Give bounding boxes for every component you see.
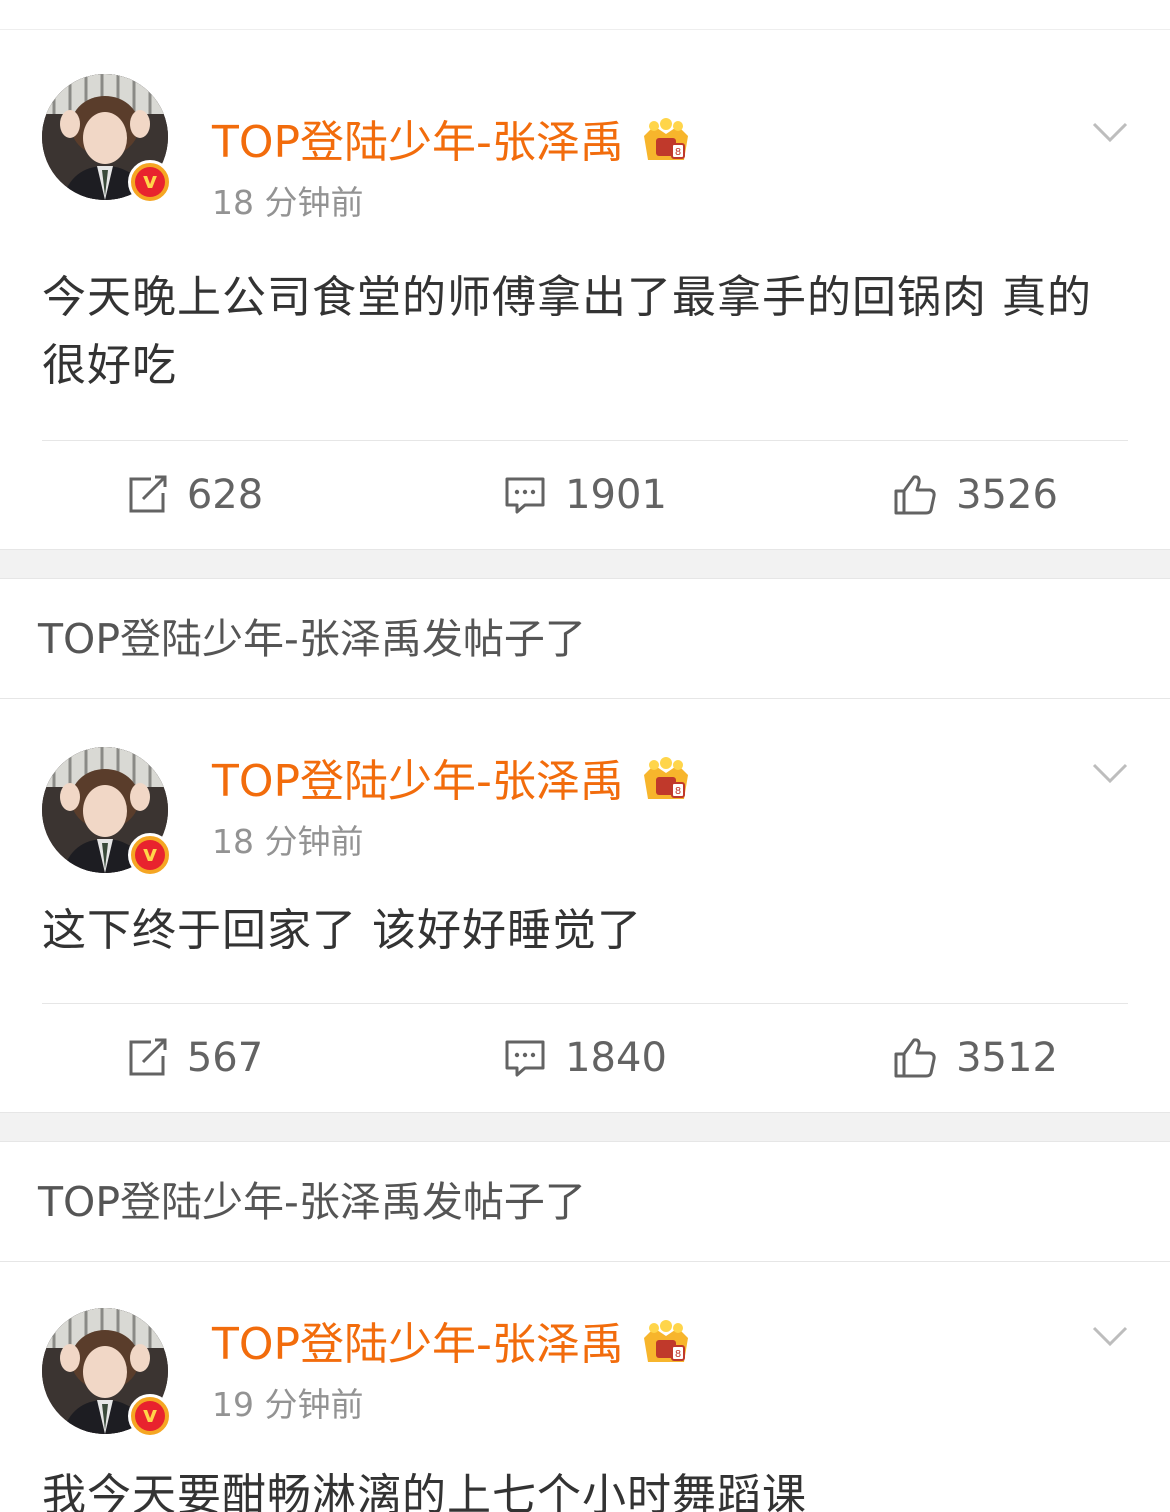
repost-icon <box>129 475 167 513</box>
post-notice: TOP登陆少年-张泽禹发帖子了 <box>0 579 1170 699</box>
comment-icon <box>505 1040 545 1077</box>
comment-button[interactable]: 1901 <box>390 472 780 518</box>
username-row: TOP登陆少年-张泽禹 8 <box>212 110 694 176</box>
post-timestamp: 18 分钟前 <box>212 822 364 861</box>
username[interactable]: TOP登陆少年-张泽禹 <box>212 749 624 815</box>
like-count: 3512 <box>956 1035 1058 1081</box>
username[interactable]: TOP登陆少年-张泽禹 <box>212 110 624 176</box>
chevron-down-icon[interactable] <box>1090 118 1130 148</box>
crown-icon[interactable]: 8 <box>638 1320 694 1370</box>
username[interactable]: TOP登陆少年-张泽禹 <box>212 1312 624 1378</box>
comment-icon <box>505 477 545 514</box>
repost-button[interactable]: 628 <box>0 472 390 518</box>
post-header: v TOP登陆少年-张泽禹 8 18 分钟前 <box>0 699 1170 879</box>
repost-button[interactable]: 567 <box>0 1035 390 1081</box>
post-notice: TOP登陆少年-张泽禹发帖子了 <box>0 1142 1170 1262</box>
comment-button[interactable]: 1840 <box>390 1035 780 1081</box>
comment-count: 1840 <box>565 1035 667 1081</box>
post-timestamp: 19 分钟前 <box>212 1385 364 1424</box>
section-gap <box>0 1112 1170 1142</box>
post-text: 这下终于回家了 该好好睡觉了 <box>42 905 642 956</box>
repost-icon <box>129 1038 167 1076</box>
verified-badge-icon: v <box>128 833 172 877</box>
post-card[interactable]: v TOP登陆少年-张泽禹 8 18 分钟前 这下终于回家了 该好好睡觉了 56… <box>0 699 1170 1112</box>
chevron-down-icon[interactable] <box>1090 759 1130 789</box>
post-text: 我今天要酣畅淋漓的上七个小时舞蹈课 <box>42 1470 807 1512</box>
like-button[interactable]: 3512 <box>780 1035 1170 1081</box>
post-card[interactable]: v TOP登陆少年-张泽禹 8 19 分钟前 我今天要酣畅淋漓的上七个小时舞蹈课 <box>0 1262 1170 1512</box>
svg-text:8: 8 <box>675 786 681 797</box>
post-header: v TOP登陆少年-张泽禹 8 19 分钟前 <box>0 1262 1170 1442</box>
comment-count: 1901 <box>565 472 667 518</box>
username-row: TOP登陆少年-张泽禹 8 <box>212 749 694 815</box>
thumbs-up-icon <box>894 1038 936 1078</box>
post-text: 今天晚上公司食堂的师傅拿出了最拿手的回锅肉 真的很好吃 <box>42 272 1092 391</box>
avatar[interactable]: v <box>42 74 172 204</box>
post-header: v TOP登陆少年-张泽禹 8 18 分钟前 <box>0 30 1170 222</box>
username-row: TOP登陆少年-张泽禹 8 <box>212 1312 694 1378</box>
action-bar: 567 1840 3512 <box>0 1004 1170 1112</box>
section-gap <box>0 549 1170 579</box>
crown-icon[interactable]: 8 <box>638 757 694 807</box>
post-timestamp: 18 分钟前 <box>212 183 364 222</box>
thumbs-up-icon <box>894 475 936 515</box>
verified-badge-icon: v <box>128 1394 172 1438</box>
avatar[interactable]: v <box>42 747 172 877</box>
top-strip <box>0 0 1170 30</box>
repost-count: 628 <box>186 472 264 518</box>
avatar[interactable]: v <box>42 1308 172 1438</box>
verified-badge-icon: v <box>128 160 172 204</box>
like-button[interactable]: 3526 <box>780 472 1170 518</box>
svg-text:8: 8 <box>675 147 681 158</box>
crown-icon[interactable]: 8 <box>638 118 694 168</box>
chevron-down-icon[interactable] <box>1090 1322 1130 1352</box>
like-count: 3526 <box>956 472 1058 518</box>
post-card[interactable]: v TOP登陆少年-张泽禹 8 18 分钟前 今天晚上公司食堂的师傅拿出了最拿手… <box>0 30 1170 549</box>
svg-text:8: 8 <box>675 1349 681 1360</box>
action-bar: 628 1901 3526 <box>0 441 1170 549</box>
repost-count: 567 <box>186 1035 264 1081</box>
